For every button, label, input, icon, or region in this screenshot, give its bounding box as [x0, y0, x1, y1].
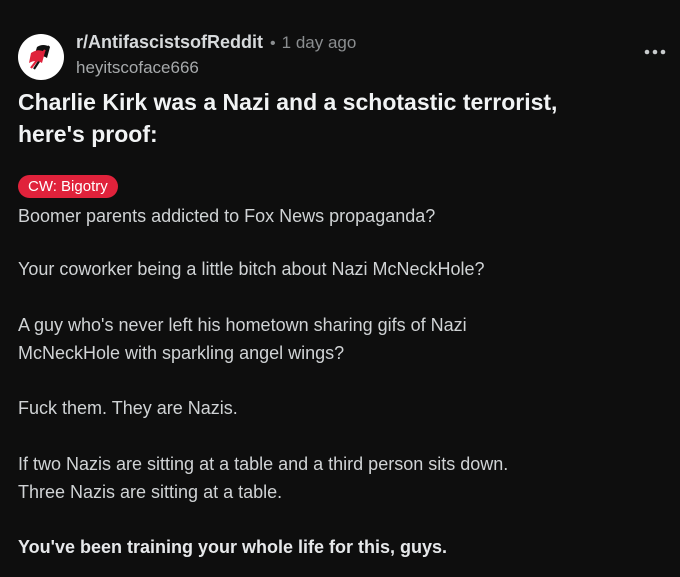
post-paragraph-3: A guy who's never left his hometown shar…: [18, 311, 658, 367]
post-paragraph-6: You've been training your whole life for…: [18, 537, 448, 557]
post-time: 1 day ago: [281, 33, 357, 52]
content-warning-flair[interactable]: CW: Bigotry: [18, 175, 118, 198]
post-paragraph-5-line-2: Three Nazis are sitting at a table.: [18, 482, 283, 502]
antifa-flags-icon: [29, 45, 50, 70]
more-options-button[interactable]: [643, 44, 667, 60]
subreddit-name[interactable]: r/AntifascistsofReddit: [76, 30, 263, 54]
post-card: r/AntifascistsofReddit • 1 day ago heyit…: [0, 0, 680, 577]
post-title-line-2: here's proof:: [18, 121, 158, 147]
post-paragraph-2: Your coworker being a little bitch about…: [18, 259, 485, 279]
post-header: r/AntifascistsofReddit • 1 day ago heyit…: [18, 30, 356, 80]
post-author[interactable]: heyitscoface666: [76, 56, 356, 80]
post-meta-top: r/AntifascistsofReddit • 1 day ago: [76, 30, 356, 56]
post-title-line-1: Charlie Kirk was a Nazi and a schotastic…: [18, 89, 558, 115]
post-title[interactable]: Charlie Kirk was a Nazi and a schotastic…: [18, 86, 663, 150]
post-paragraph-1: Boomer parents addicted to Fox News prop…: [18, 206, 436, 226]
post-paragraph-5-line-1: If two Nazis are sitting at a table and …: [18, 454, 509, 474]
post-paragraph-5: If two Nazis are sitting at a table and …: [18, 450, 658, 506]
post-paragraph-3-line-2: McNeckHole with sparkling angel wings?: [18, 343, 345, 363]
post-meta: r/AntifascistsofReddit • 1 day ago heyit…: [76, 30, 356, 80]
more-horizontal-icon: [644, 49, 666, 55]
post-paragraph-4: Fuck them. They are Nazis.: [18, 398, 238, 418]
post-paragraph-3-line-1: A guy who's never left his hometown shar…: [18, 315, 467, 335]
meta-separator: •: [270, 35, 276, 52]
subreddit-avatar[interactable]: [18, 34, 64, 80]
